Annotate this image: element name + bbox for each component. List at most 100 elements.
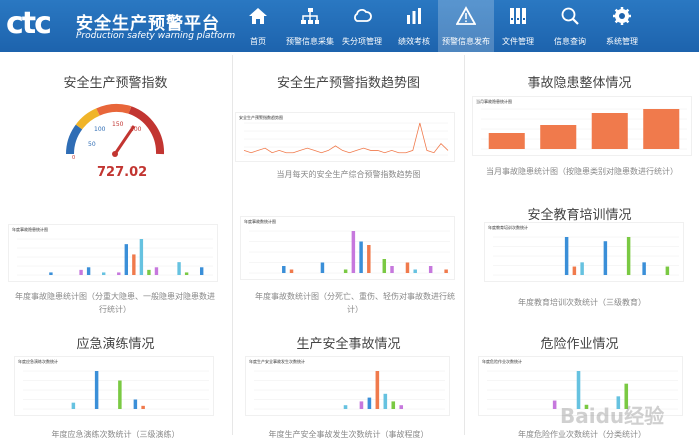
drill-bar-chart — [23, 370, 209, 410]
panel-title: 生产安全事故情况 — [296, 337, 401, 352]
gauge-tick: 0 — [72, 155, 75, 160]
chart-bar — [375, 371, 380, 409]
panel-training: 安全教育培训情况 — [467, 204, 692, 223]
app-logo[interactable]: ctc 安全生产预警平台 Production safety warning p… — [6, 6, 235, 46]
training-caption: 年度教育培训次数统计（三级教育） — [518, 298, 646, 307]
chart-bar — [367, 397, 372, 409]
accident-caption: 年度生产安全事故发生次数统计（事故程度） — [268, 430, 429, 439]
chart-bar — [390, 266, 394, 273]
chart-bar — [199, 267, 204, 275]
chart-bar — [86, 267, 91, 275]
nav-label: 系统管理 — [606, 37, 638, 46]
gauge-tick: 150 — [112, 121, 124, 128]
chart-bar — [591, 113, 628, 149]
chart-bar — [413, 269, 417, 273]
hazard-overall-chart: 当月事故隐患统计图 — [472, 96, 692, 156]
home-icon — [249, 8, 267, 24]
panel-accident: 生产安全事故情况 — [236, 333, 461, 352]
logo-mark: ctc — [6, 6, 52, 41]
chart-bar — [117, 272, 121, 275]
chart-bar — [177, 262, 181, 275]
chart-bar — [184, 272, 189, 275]
chart-title: 年度危险作业次数统计 — [482, 359, 522, 364]
panel-title: 安全生产预警指数趋势图 — [276, 76, 420, 91]
panel-title: 应急演练情况 — [76, 337, 155, 352]
accident-chart: 年度生产安全事故发生次数统计 — [245, 356, 450, 416]
chart-bar — [642, 262, 646, 275]
panel-hazard-overall: 事故隐患整体情况 — [467, 72, 692, 91]
bar-chart-icon — [407, 8, 421, 24]
gauge-tick: 200 — [130, 126, 142, 133]
drill-chart: 年度应急演练次数统计 — [14, 356, 214, 416]
chart-bar — [488, 133, 525, 149]
chart-bar — [444, 269, 448, 273]
annual-hazard-bar-chart — [17, 238, 213, 276]
chart-bar — [101, 272, 106, 275]
chart-bar — [405, 262, 410, 273]
chart-bar — [383, 393, 388, 409]
panel-risk-work: 危险作业情况 — [467, 333, 692, 352]
app-subtitle: Production safety warning platform — [76, 31, 236, 41]
gauge-tick: 100 — [94, 126, 106, 133]
chart-bar — [343, 405, 348, 409]
chart-bar — [79, 269, 83, 275]
hazard-overall-caption: 当月事故隐患统计图（按隐患类别对隐患数进行统计） — [486, 167, 678, 176]
chart-title: 安全生产预警指数趋势图 — [239, 115, 283, 120]
chart-bar — [289, 269, 294, 273]
chart-title: 年度事故数统计图 — [244, 219, 276, 224]
chart-bar — [343, 269, 348, 273]
chart-bar — [603, 241, 608, 275]
annual-accident-count-bar-chart — [249, 230, 450, 274]
hazard-overall-bar-chart — [481, 108, 687, 150]
chart-bar — [564, 237, 569, 275]
warning-icon — [456, 6, 476, 25]
chart-bar — [552, 400, 557, 409]
annual-accident-count-caption: 年度事故数统计图（分死亡、重伤、轻伤对事故数进行统计） — [255, 292, 455, 314]
panel-drill: 应急演练情况 — [3, 333, 228, 352]
chart-title: 年度生产安全事故发生次数统计 — [249, 359, 305, 364]
column-divider — [232, 55, 233, 435]
accident-bar-chart — [254, 370, 445, 410]
chart-bar — [147, 269, 151, 275]
warning-index-value: 727.02 — [97, 165, 148, 180]
chart-bar — [382, 259, 387, 273]
training-chart: 年度教育培训次数统计 — [484, 222, 684, 282]
chart-bar — [124, 244, 129, 275]
chart-bar — [626, 237, 631, 275]
chart-bar — [665, 266, 670, 275]
nav-item-system[interactable]: 系统管理 — [594, 0, 650, 52]
search-icon — [561, 7, 579, 25]
trend-caption: 当月每天的安全生产综合预警指数趋势图 — [276, 170, 421, 179]
panel-warning-index: 安全生产预警指数 — [3, 72, 228, 91]
warning-index-gauge: 50 100 150 200 0 — [66, 104, 165, 160]
chart-title: 年度教育培训次数统计 — [488, 225, 528, 230]
panel-title: 危险作业情况 — [540, 337, 619, 352]
panel-title: 安全教育培训情况 — [527, 208, 632, 223]
risk-work-caption: 年度危险作业次数统计（分类统计） — [518, 430, 646, 439]
panel-title: 安全生产预警指数 — [63, 76, 168, 91]
chart-title: 当月事故隐患统计图 — [476, 99, 512, 104]
chart-bar — [141, 405, 145, 409]
chart-bar — [572, 266, 577, 275]
cloud-icon — [354, 9, 372, 22]
annual-hazard-caption: 年度事故隐患统计图（分重大隐患、一般隐患对隐患数进行统计） — [15, 292, 215, 314]
chart-bar — [391, 401, 396, 409]
chart-bar — [118, 380, 122, 409]
chart-bar — [399, 405, 404, 409]
chart-title: 年度应急演练次数统计 — [18, 359, 58, 364]
chart-bar — [94, 371, 99, 409]
chart-bar — [139, 239, 144, 275]
hierarchy-icon — [301, 8, 319, 24]
annual-accident-count-chart: 年度事故数统计图 — [240, 216, 455, 280]
app-header: ctc 安全生产预警平台 Production safety warning p… — [0, 0, 699, 52]
chart-bar — [359, 241, 363, 273]
chart-bar — [367, 245, 371, 273]
chart-bar — [132, 254, 136, 275]
chart-bar — [282, 266, 286, 273]
chart-bar — [49, 272, 53, 275]
trend-chart: 安全生产预警指数趋势图 — [235, 112, 455, 162]
training-bar-chart — [493, 236, 679, 276]
chart-bar — [154, 267, 159, 275]
trend-line — [243, 122, 449, 154]
annual-hazard-chart: 年度事故隐患统计图 — [8, 224, 218, 282]
